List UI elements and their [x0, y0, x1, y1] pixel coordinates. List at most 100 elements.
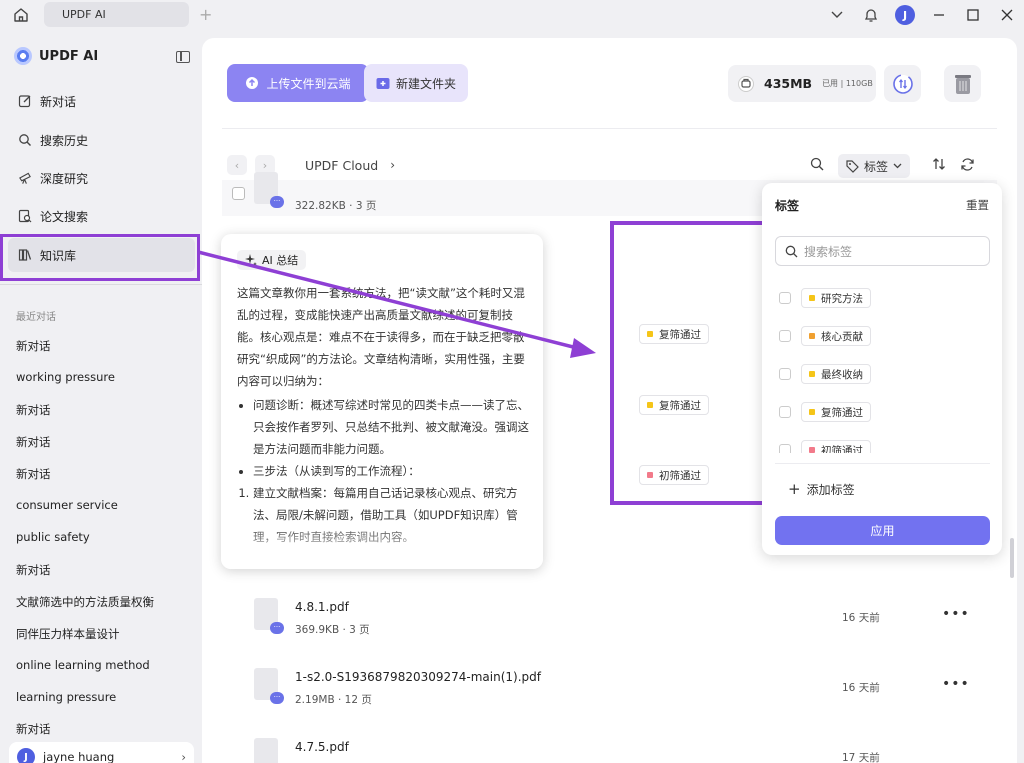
upload-to-cloud-button[interactable]: 上传文件到云端: [227, 64, 369, 102]
summary-bullet: 问题诊断：概述写综述时常见的四类卡点——读了忘、只会按作者罗列、只总结不批判、被…: [253, 394, 529, 460]
file-time: 16 天前: [842, 612, 880, 624]
sidebar-item-search-history[interactable]: 搜索历史: [8, 123, 195, 157]
sidebar-item-label: 新对话: [40, 94, 77, 109]
back-button[interactable]: ‹: [227, 155, 247, 175]
new-tab-icon[interactable]: +: [199, 5, 212, 24]
recent-chat-item[interactable]: 文献筛选中的方法质量权衡: [16, 594, 154, 610]
search-icon[interactable]: [810, 157, 824, 175]
trash-icon: [954, 74, 971, 94]
recent-chat-item[interactable]: 新对话: [16, 338, 51, 354]
recent-chat-item[interactable]: public safety: [16, 530, 90, 544]
add-tag-label: 添加标签: [806, 482, 855, 497]
tag-option[interactable]: 研究方法: [779, 288, 871, 308]
sidebar-item-label: 搜索历史: [40, 133, 89, 148]
tag-option[interactable]: 核心贡献: [779, 326, 871, 346]
file-time: 16 天前: [842, 682, 880, 694]
tag-option-label: 初筛通过: [821, 444, 863, 454]
maximize-icon[interactable]: [956, 0, 990, 30]
tag-checkbox[interactable]: [779, 444, 791, 453]
trash-button[interactable]: [944, 65, 981, 102]
table-row[interactable]: 4.7.5.pdf 17 天前: [222, 730, 997, 763]
tag-option[interactable]: 复筛通过: [779, 402, 871, 422]
avatar[interactable]: J: [895, 5, 915, 25]
tag-checkbox[interactable]: [779, 406, 791, 418]
file-meta: 322.82KB · 3 页: [295, 200, 377, 212]
tag-option[interactable]: 最终收纳: [779, 364, 871, 384]
tag-color-dot: [809, 371, 815, 377]
recent-chat-item[interactable]: working pressure: [16, 370, 115, 384]
recent-chat-item[interactable]: online learning method: [16, 658, 150, 672]
refresh-icon[interactable]: [960, 157, 975, 176]
tag-filter-button[interactable]: 标签: [838, 154, 911, 178]
divider: [775, 463, 990, 464]
tag-option-label: 核心贡献: [821, 330, 863, 343]
search-icon: [785, 245, 798, 257]
folder-plus-icon: [376, 77, 390, 89]
brand: UPDF AI: [14, 47, 98, 65]
tag-option[interactable]: 初筛通过: [779, 440, 871, 453]
storage-total: 110GB: [845, 79, 873, 88]
storage-indicator[interactable]: 435MB 已用 | 110GB: [728, 65, 876, 102]
tag-checkbox[interactable]: [779, 330, 791, 342]
sort-icon[interactable]: [932, 157, 946, 175]
tag-search-input[interactable]: 搜索标签: [775, 236, 990, 266]
file-name[interactable]: 4.7.5.pdf: [295, 740, 349, 754]
recent-chat-item[interactable]: 新对话: [16, 434, 51, 450]
reset-button[interactable]: 重置: [966, 197, 989, 213]
close-icon[interactable]: [990, 0, 1024, 30]
divider: [0, 284, 202, 285]
chat-badge-icon: ···: [270, 622, 284, 634]
chevron-down-icon: [893, 163, 902, 169]
pdf-file-icon: [254, 738, 278, 763]
recent-chat-item[interactable]: 新对话: [16, 466, 51, 482]
sidebar-item-paper-search[interactable]: 论文搜索: [8, 199, 195, 233]
storage-used-label: 已用: [822, 79, 839, 88]
tag-checkbox[interactable]: [779, 368, 791, 380]
chevron-right-icon: ›: [390, 158, 395, 172]
file-name[interactable]: 4.8.1.pdf: [295, 600, 349, 614]
table-row[interactable]: ··· 1-s2.0-S1936879820309274-main(1).pdf…: [222, 660, 997, 718]
search-icon: [18, 133, 32, 147]
storage-icon: [738, 75, 754, 92]
file-name[interactable]: 1-s2.0-S1936879820309274-main(1).pdf: [295, 670, 541, 684]
breadcrumb-item[interactable]: UPDF Cloud: [305, 158, 378, 173]
user-name: jayne huang: [43, 750, 115, 763]
recent-chat-item[interactable]: 新对话: [16, 562, 51, 578]
collapse-sidebar-icon[interactable]: [176, 51, 190, 63]
bell-icon[interactable]: [854, 0, 888, 30]
recent-chat-item[interactable]: 新对话: [16, 721, 51, 737]
brand-name: UPDF AI: [39, 48, 99, 64]
minimize-icon[interactable]: [922, 0, 956, 30]
apply-button[interactable]: 应用: [775, 516, 990, 545]
tag-search-placeholder: 搜索标签: [804, 244, 853, 259]
sidebar-item-deep-research[interactable]: 深度研究: [8, 161, 195, 195]
file-meta: 2.19MB · 12 页: [295, 694, 372, 706]
tab-updf-ai[interactable]: UPDF AI: [44, 2, 189, 27]
recent-chats-title: 最近对话: [16, 312, 56, 323]
tag-option-label: 复筛通过: [821, 406, 863, 419]
chevron-down-icon[interactable]: [820, 0, 854, 30]
row-checkbox[interactable]: [232, 187, 245, 200]
recent-chat-item[interactable]: 同伴压力样本量设计: [16, 626, 120, 642]
recent-chat-item[interactable]: learning pressure: [16, 690, 116, 704]
annotation-highlight-box: [0, 234, 200, 281]
user-card[interactable]: J jayne huang ›: [9, 742, 194, 763]
sidebar-item-new-chat[interactable]: 新对话: [8, 84, 195, 118]
tag-list: 研究方法 核心贡献 最终收纳 复筛通过 初筛通过: [775, 283, 990, 453]
tag-filter-dropdown: 标签 重置 搜索标签 研究方法 核心贡献 最终收纳 复筛通过 初筛通过 + 添加…: [762, 183, 1002, 555]
add-tag-button[interactable]: + 添加标签: [788, 480, 855, 498]
home-icon[interactable]: [12, 6, 30, 24]
sidebar-item-label: 论文搜索: [40, 209, 89, 224]
file-time: 17 天前: [842, 752, 880, 763]
scrollbar[interactable]: [1010, 538, 1014, 578]
divider: [222, 128, 997, 129]
recent-chat-item[interactable]: consumer service: [16, 498, 118, 512]
main-panel: 上传文件到云端 新建文件夹 435MB 已用 | 110GB ‹ › UPDF …: [202, 38, 1017, 763]
recent-chat-item[interactable]: 新对话: [16, 402, 51, 418]
table-row[interactable]: ··· 4.8.1.pdf 369.9KB · 3 页 16 天前 •••: [222, 590, 997, 648]
more-options-icon[interactable]: •••: [942, 676, 970, 692]
more-options-icon[interactable]: •••: [942, 606, 970, 622]
sync-button[interactable]: [884, 65, 921, 102]
tag-checkbox[interactable]: [779, 292, 791, 304]
new-folder-button[interactable]: 新建文件夹: [364, 64, 468, 102]
